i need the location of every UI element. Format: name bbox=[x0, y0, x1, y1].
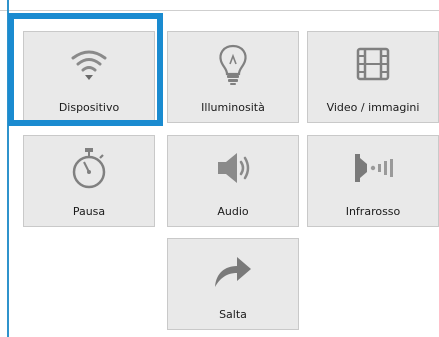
speaker-icon bbox=[168, 144, 298, 192]
top-divider bbox=[0, 10, 439, 11]
lightbulb-icon bbox=[168, 40, 298, 88]
stopwatch-icon bbox=[24, 144, 154, 192]
tile-label: Dispositivo bbox=[58, 101, 120, 114]
wifi-icon bbox=[24, 40, 154, 88]
tile-salta[interactable]: Salta bbox=[167, 238, 299, 330]
film-icon bbox=[308, 40, 438, 88]
tile-label: Audio bbox=[217, 205, 249, 218]
tile-label: Pausa bbox=[72, 205, 106, 218]
tile-infrarosso[interactable]: Infrarosso bbox=[307, 135, 439, 227]
dialog-panel: Dispositivo Illuminosità Video / immagin… bbox=[0, 0, 439, 337]
redo-arrow-icon bbox=[168, 247, 298, 295]
tile-video-immagini[interactable]: Video / immagini bbox=[307, 31, 439, 123]
tile-label: Video / immagini bbox=[326, 101, 420, 114]
tile-dispositivo[interactable]: Dispositivo bbox=[23, 31, 155, 123]
tile-label: Illuminosità bbox=[201, 101, 265, 114]
tile-pausa[interactable]: Pausa bbox=[23, 135, 155, 227]
tile-label: Infrarosso bbox=[345, 205, 401, 218]
infrared-icon bbox=[308, 144, 438, 192]
tile-audio[interactable]: Audio bbox=[167, 135, 299, 227]
left-border bbox=[7, 0, 9, 337]
tile-label: Salta bbox=[219, 308, 247, 321]
tile-illuminosita[interactable]: Illuminosità bbox=[167, 31, 299, 123]
